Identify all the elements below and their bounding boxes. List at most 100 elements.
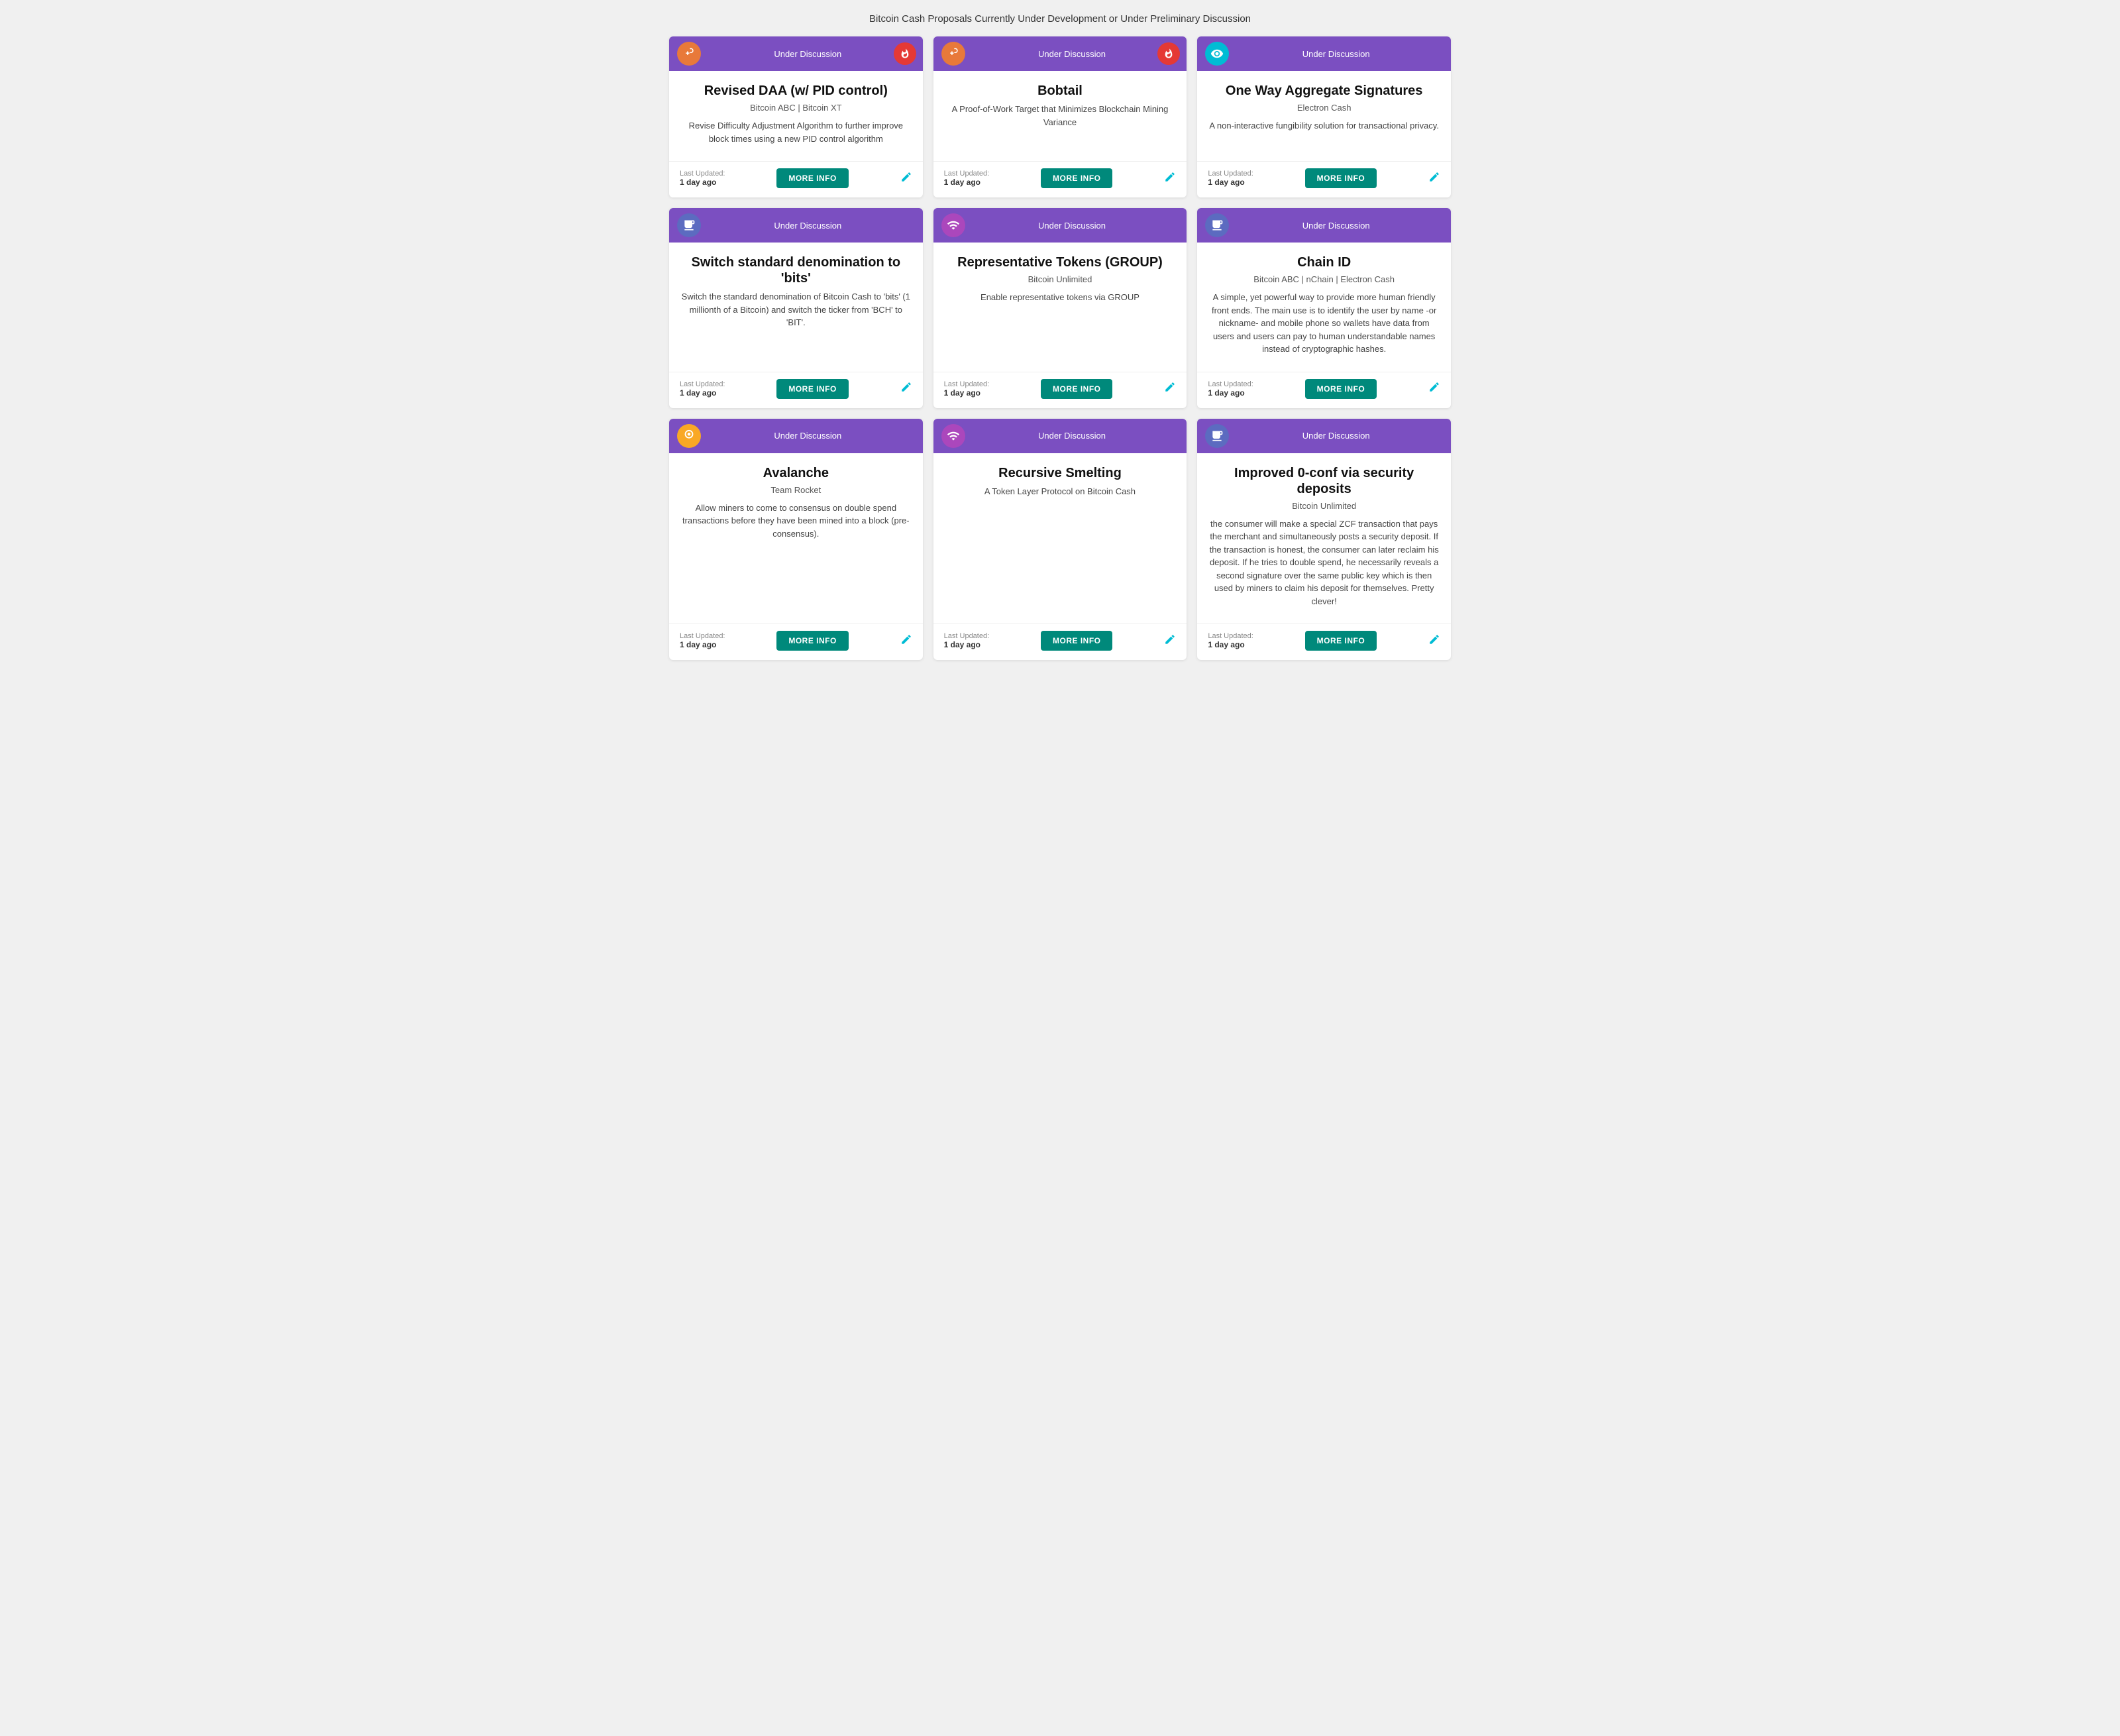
card-title: Revised DAA (w/ PID control) xyxy=(680,83,912,99)
card-subtitle: Bitcoin ABC | nChain | Electron Cash xyxy=(1208,274,1440,284)
more-info-button[interactable]: MORE INFO xyxy=(776,631,849,651)
card-footer: Last Updated: 1 day ago MORE INFO xyxy=(1197,624,1451,660)
card-description: Revise Difficulty Adjustment Algorithm t… xyxy=(680,119,912,145)
card-title: Recursive Smelting xyxy=(944,465,1177,481)
last-updated-label: Last Updated: xyxy=(1208,632,1253,640)
more-info-button[interactable]: MORE INFO xyxy=(1305,168,1377,188)
last-updated: Last Updated: 1 day ago xyxy=(1208,170,1253,187)
card-icon xyxy=(941,42,965,66)
last-updated-label: Last Updated: xyxy=(944,170,990,178)
more-info-button[interactable]: MORE INFO xyxy=(1041,379,1113,399)
more-info-button[interactable]: MORE INFO xyxy=(1041,168,1113,188)
page-title: Bitcoin Cash Proposals Currently Under D… xyxy=(13,13,2107,25)
last-updated: Last Updated: 1 day ago xyxy=(680,170,725,187)
edit-icon[interactable] xyxy=(1428,171,1440,186)
card-footer: Last Updated: 1 day ago MORE INFO xyxy=(669,161,923,197)
fire-icon xyxy=(894,42,916,65)
card-title: Representative Tokens (GROUP) xyxy=(944,254,1177,270)
card-body: Bobtail A Proof-of-Work Target that Mini… xyxy=(933,71,1187,152)
more-info-button[interactable]: MORE INFO xyxy=(776,168,849,188)
card-avalanche: Under Discussion Avalanche Team Rocket A… xyxy=(669,419,923,661)
card-footer: Last Updated: 1 day ago MORE INFO xyxy=(933,624,1187,660)
card-header: Under Discussion xyxy=(1197,36,1451,71)
card-header: Under Discussion xyxy=(669,36,923,71)
card-status: Under Discussion xyxy=(1229,221,1443,231)
card-subtitle: Bitcoin Unlimited xyxy=(944,274,1177,284)
card-header: Under Discussion xyxy=(669,419,923,453)
card-icon xyxy=(941,424,965,448)
card-icon xyxy=(1205,424,1229,448)
edit-icon[interactable] xyxy=(900,171,912,186)
card-revised-daa: Under Discussion Revised DAA (w/ PID con… xyxy=(669,36,923,197)
card-title: Improved 0-conf via security deposits xyxy=(1208,465,1440,497)
card-icon xyxy=(1205,213,1229,237)
last-updated-label: Last Updated: xyxy=(680,170,725,178)
last-updated: Last Updated: 1 day ago xyxy=(944,380,990,398)
card-status: Under Discussion xyxy=(965,221,1179,231)
last-updated: Last Updated: 1 day ago xyxy=(680,632,725,649)
more-info-button[interactable]: MORE INFO xyxy=(1041,631,1113,651)
more-info-button[interactable]: MORE INFO xyxy=(776,379,849,399)
card-title: Switch standard denomination to 'bits' xyxy=(680,254,912,286)
last-updated: Last Updated: 1 day ago xyxy=(1208,632,1253,649)
card-description: A Token Layer Protocol on Bitcoin Cash xyxy=(944,485,1177,608)
card-subtitle: Electron Cash xyxy=(1208,103,1440,113)
card-status: Under Discussion xyxy=(701,49,915,59)
card-body: Avalanche Team Rocket Allow miners to co… xyxy=(669,453,923,615)
card-header: Under Discussion xyxy=(933,208,1187,243)
edit-icon[interactable] xyxy=(1428,633,1440,649)
edit-icon[interactable] xyxy=(1428,381,1440,396)
card-title: One Way Aggregate Signatures xyxy=(1208,83,1440,99)
last-updated-value: 1 day ago xyxy=(680,388,725,398)
last-updated: Last Updated: 1 day ago xyxy=(1208,380,1253,398)
card-icon xyxy=(677,424,701,448)
card-description: A simple, yet powerful way to provide mo… xyxy=(1208,291,1440,356)
card-status: Under Discussion xyxy=(1229,49,1443,59)
last-updated-label: Last Updated: xyxy=(680,380,725,388)
last-updated-value: 1 day ago xyxy=(1208,640,1253,649)
card-recursive-smelting: Under Discussion Recursive Smelting A To… xyxy=(933,419,1187,661)
card-footer: Last Updated: 1 day ago MORE INFO xyxy=(1197,161,1451,197)
card-body: Improved 0-conf via security deposits Bi… xyxy=(1197,453,1451,615)
more-info-button[interactable]: MORE INFO xyxy=(1305,631,1377,651)
card-improved-0conf: Under Discussion Improved 0-conf via sec… xyxy=(1197,419,1451,661)
edit-icon[interactable] xyxy=(1164,633,1176,649)
card-status: Under Discussion xyxy=(1229,431,1443,441)
card-icon xyxy=(941,213,965,237)
last-updated-label: Last Updated: xyxy=(680,632,725,640)
edit-icon[interactable] xyxy=(900,381,912,396)
last-updated: Last Updated: 1 day ago xyxy=(944,170,990,187)
card-footer: Last Updated: 1 day ago MORE INFO xyxy=(669,372,923,408)
card-header: Under Discussion xyxy=(933,419,1187,453)
card-representative-tokens: Under Discussion Representative Tokens (… xyxy=(933,208,1187,408)
edit-icon[interactable] xyxy=(1164,171,1176,186)
card-icon xyxy=(677,213,701,237)
card-bobtail: Under Discussion Bobtail A Proof-of-Work… xyxy=(933,36,1187,197)
card-footer: Last Updated: 1 day ago MORE INFO xyxy=(669,624,923,660)
card-body: One Way Aggregate Signatures Electron Ca… xyxy=(1197,71,1451,152)
card-footer: Last Updated: 1 day ago MORE INFO xyxy=(1197,372,1451,408)
card-body: Representative Tokens (GROUP) Bitcoin Un… xyxy=(933,243,1187,362)
edit-icon[interactable] xyxy=(900,633,912,649)
last-updated: Last Updated: 1 day ago xyxy=(944,632,990,649)
last-updated-value: 1 day ago xyxy=(680,640,725,649)
last-updated-value: 1 day ago xyxy=(1208,388,1253,398)
last-updated-value: 1 day ago xyxy=(944,178,990,187)
card-header: Under Discussion xyxy=(1197,208,1451,243)
card-header: Under Discussion xyxy=(933,36,1187,71)
card-subtitle: Bitcoin ABC | Bitcoin XT xyxy=(680,103,912,113)
last-updated-value: 1 day ago xyxy=(944,640,990,649)
card-status: Under Discussion xyxy=(965,431,1179,441)
card-title: Bobtail xyxy=(944,83,1177,99)
more-info-button[interactable]: MORE INFO xyxy=(1305,379,1377,399)
card-status: Under Discussion xyxy=(701,431,915,441)
last-updated-value: 1 day ago xyxy=(944,388,990,398)
edit-icon[interactable] xyxy=(1164,381,1176,396)
fire-icon xyxy=(1157,42,1180,65)
last-updated: Last Updated: 1 day ago xyxy=(680,380,725,398)
card-switch-denomination: Under Discussion Switch standard denomin… xyxy=(669,208,923,408)
card-subtitle: Bitcoin Unlimited xyxy=(1208,501,1440,511)
card-description: A non-interactive fungibility solution f… xyxy=(1208,119,1440,145)
card-status: Under Discussion xyxy=(965,49,1179,59)
card-description: the consumer will make a special ZCF tra… xyxy=(1208,517,1440,608)
